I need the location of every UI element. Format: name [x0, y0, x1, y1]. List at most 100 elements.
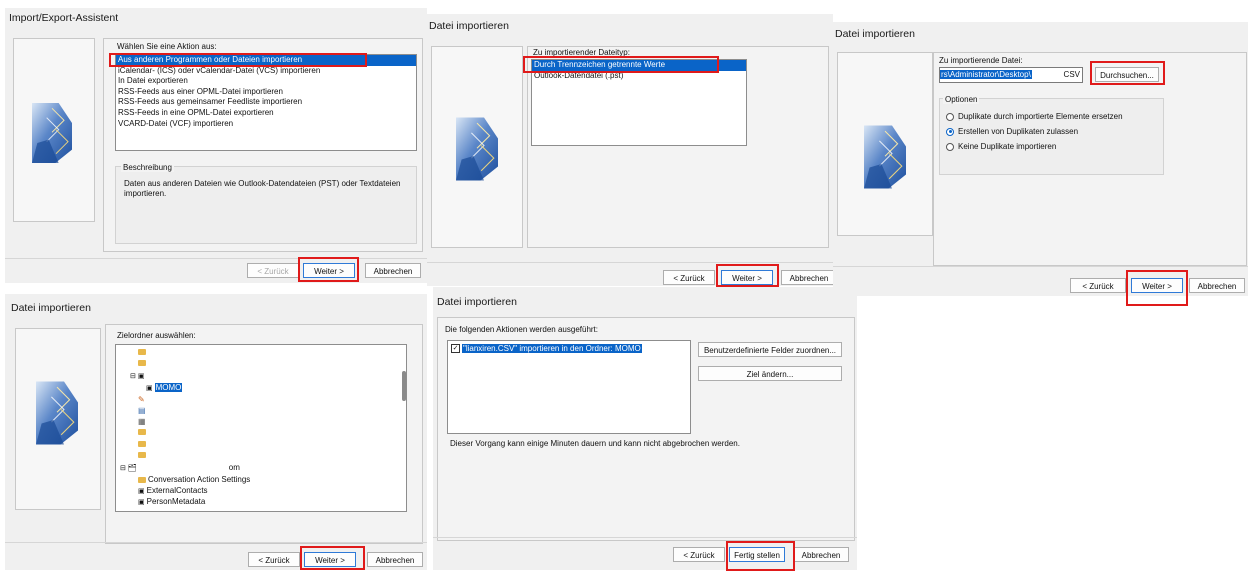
radio-label: Erstellen von Duplikaten zulassen [958, 127, 1079, 136]
action-item[interactable]: RSS-Feeds aus einer OPML-Datei importier… [116, 87, 416, 98]
divider [5, 542, 427, 543]
radio-label: Duplikate durch importierte Elemente ers… [958, 112, 1123, 121]
file-type-item[interactable]: Durch Trennzeichen getrennte Werte [532, 60, 746, 71]
tree-journal-row[interactable]: ✎ [138, 395, 145, 404]
divider [427, 262, 833, 263]
options-group [939, 98, 1164, 175]
options-label: Optionen [943, 95, 980, 104]
divider [433, 537, 857, 538]
dialog-title: Datei importieren [429, 20, 509, 32]
action-item[interactable]: VCARD-Datei (VCF) importieren [116, 119, 416, 130]
select-destination-dialog: Datei importieren Zielordner auswählen: … [5, 294, 427, 570]
checkbox-checked-icon[interactable]: ✓ [451, 344, 460, 353]
next-button[interactable]: Weiter > [721, 270, 773, 285]
radio-circle [946, 112, 954, 121]
tree-folder-row[interactable] [138, 360, 146, 366]
folder-icon [138, 476, 146, 483]
duration-note: Dieser Vorgang kann einige Minuten dauer… [450, 439, 740, 448]
actions-list[interactable]: ✓ "lianxiren.CSV" importieren in den Ord… [447, 340, 691, 434]
description-text: Daten aus anderen Dateien wie Outlook-Da… [124, 179, 401, 188]
action-row[interactable]: ✓ "lianxiren.CSV" importieren in den Ord… [451, 344, 642, 353]
tree-folder-row[interactable] [138, 452, 146, 458]
action-item[interactable]: RSS-Feeds in eine OPML-Datei exportieren [116, 108, 416, 119]
finish-button[interactable]: Fertig stellen [729, 547, 785, 562]
dialog-title: Datei importieren [11, 302, 91, 314]
summary-prompt: Die folgenden Aktionen werden ausgeführt… [445, 325, 598, 334]
radio-circle [946, 127, 954, 136]
collapse-icon[interactable]: ⊟ [120, 464, 126, 472]
destination-prompt: Zielordner auswählen: [117, 331, 196, 340]
cancel-button[interactable]: Abbrechen [1189, 278, 1245, 293]
divider [833, 266, 1248, 267]
tree-contacts-row[interactable]: ⊟ ▣ [130, 372, 145, 380]
browse-button[interactable]: Durchsuchen... [1095, 67, 1159, 82]
wizard-art-icon [36, 369, 78, 457]
wizard-artwork [837, 52, 933, 236]
next-button[interactable]: Weiter > [1131, 278, 1183, 293]
tree-mailbox-row[interactable]: ⊟ 🗂 om [120, 463, 240, 472]
cancel-button[interactable]: Abbrechen [781, 270, 837, 285]
tree-folder-row[interactable] [138, 349, 146, 355]
tree-folder-row[interactable] [138, 441, 146, 447]
contacts-icon: ▣ [146, 384, 153, 392]
folder-name: Conversation Action Settings [148, 475, 251, 484]
change-target-button[interactable]: Ziel ändern... [698, 366, 842, 381]
scrollbar-thumb[interactable] [402, 371, 406, 401]
cancel-button[interactable]: Abbrechen [365, 263, 421, 278]
folder-icon [138, 452, 146, 458]
action-item[interactable]: In Datei exportieren [116, 76, 416, 87]
wizard-art-icon [32, 89, 72, 177]
collapse-icon[interactable]: ⊟ [130, 372, 136, 380]
next-button[interactable]: Weiter > [304, 552, 356, 567]
radio-allow-duplicates[interactable]: Erstellen von Duplikaten zulassen [946, 127, 1078, 136]
back-button[interactable]: < Zurück [248, 552, 300, 567]
radio-no-duplicates[interactable]: Keine Duplikate importieren [946, 142, 1056, 151]
back-button[interactable]: < Zurück [1070, 278, 1126, 293]
tree-folder-row[interactable]: ▣ ExternalContacts [138, 486, 208, 495]
file-type-list[interactable]: Durch Trennzeichen getrennte Werte Outlo… [531, 59, 747, 146]
next-button[interactable]: Weiter > [303, 263, 355, 278]
tree-folder-selected[interactable]: ▣ MOMO [146, 383, 183, 392]
finish-import-dialog: Datei importieren Die folgenden Aktionen… [433, 287, 857, 571]
dialog-title: Datei importieren [835, 28, 915, 40]
description-group [115, 166, 417, 244]
divider [5, 258, 427, 259]
back-button[interactable]: < Zurück [673, 547, 725, 562]
tree-calendar-row[interactable]: ▦ [138, 417, 146, 426]
map-fields-button[interactable]: Benutzerdefinierte Felder zuordnen... [698, 342, 842, 357]
back-button[interactable]: < Zurück [247, 263, 299, 278]
cancel-button[interactable]: Abbrechen [793, 547, 849, 562]
contacts-icon: ▣ [138, 498, 145, 506]
radio-replace-duplicates[interactable]: Duplikate durch importierte Elemente ers… [946, 112, 1123, 121]
tree-notes-row[interactable]: ▤ [138, 406, 146, 415]
tree-folder-row[interactable]: Conversation Action Settings [138, 475, 250, 484]
tree-folder-row[interactable] [138, 429, 146, 435]
selected-folder-name: MOMO [154, 383, 183, 392]
file-label: Zu importierende Datei: [939, 56, 1023, 65]
action-prompt: Wählen Sie eine Aktion aus: [117, 42, 217, 51]
back-button[interactable]: < Zurück [663, 270, 715, 285]
action-item[interactable]: RSS-Feeds aus gemeinsamer Feedliste impo… [116, 97, 416, 108]
file-ext-text: CSV [1063, 70, 1080, 79]
cancel-button[interactable]: Abbrechen [367, 552, 423, 567]
file-path-input[interactable]: rs\Administrator\Desktop\ CSV [939, 67, 1083, 83]
action-item[interactable]: iCalendar- (ICS) oder vCalendar-Datei (V… [116, 66, 416, 77]
wizard-art-icon [456, 105, 498, 193]
wizard-artwork [13, 38, 95, 222]
action-item[interactable]: Aus anderen Programmen oder Dateien impo… [116, 55, 416, 66]
import-file-type-dialog: Datei importieren Zu importierender Date… [427, 14, 837, 287]
file-type-item[interactable]: Outlook-Datendatei (.pst) [532, 71, 746, 82]
calendar-icon: ▦ [138, 417, 146, 426]
dialog-title: Import/Export-Assistent [9, 12, 119, 24]
folder-tree[interactable]: ⊟ ▣ ▣ MOMO ✎ ▤ ▦ ⊟ 🗂 om Conversation Act… [115, 344, 407, 512]
radio-circle [946, 142, 954, 151]
contacts-icon: ▣ [137, 373, 145, 380]
import-export-wizard: Import/Export-Assistent Wählen Sie eine … [5, 8, 427, 283]
description-label: Beschreibung [121, 163, 174, 172]
action-list[interactable]: Aus anderen Programmen oder Dateien impo… [115, 54, 417, 151]
tree-folder-row[interactable]: ▣ PersonMetadata [138, 497, 205, 506]
action-item-text: "lianxiren.CSV" importieren in den Ordne… [462, 344, 642, 353]
wizard-artwork [431, 46, 523, 248]
journal-icon: ✎ [138, 395, 145, 404]
wizard-art-icon [864, 113, 906, 201]
